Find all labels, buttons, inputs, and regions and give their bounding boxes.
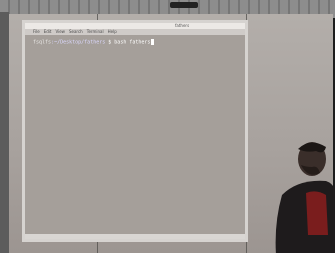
menu-bar: File Edit View Search Terminal Help — [25, 29, 245, 35]
room-wall — [0, 12, 9, 253]
text-cursor — [151, 39, 155, 45]
ceiling-light — [170, 2, 198, 8]
menu-help[interactable]: Help — [108, 29, 117, 35]
terminal-command: bash fathers — [114, 39, 151, 46]
prompt-symbol: $ — [108, 39, 112, 46]
menu-search[interactable]: Search — [69, 29, 83, 35]
menu-terminal[interactable]: Terminal — [87, 29, 104, 35]
window-bottom-bar — [25, 234, 245, 239]
prompt-path: :~/Desktop/fathers — [51, 39, 106, 46]
presenter-shirt — [306, 191, 328, 235]
menu-file[interactable]: File — [33, 29, 40, 35]
presenter-silhouette — [275, 142, 335, 253]
menu-edit[interactable]: Edit — [44, 29, 52, 35]
prompt-user: fsqlfs — [33, 39, 52, 46]
terminal-prompt-line[interactable]: fsqlfs:~/Desktop/fathers $ bash fathers — [33, 39, 155, 47]
terminal-window: fathers File Edit View Search Terminal H… — [22, 20, 248, 242]
menu-view[interactable]: View — [55, 29, 65, 35]
projection-scene: fathers File Edit View Search Terminal H… — [0, 0, 335, 253]
